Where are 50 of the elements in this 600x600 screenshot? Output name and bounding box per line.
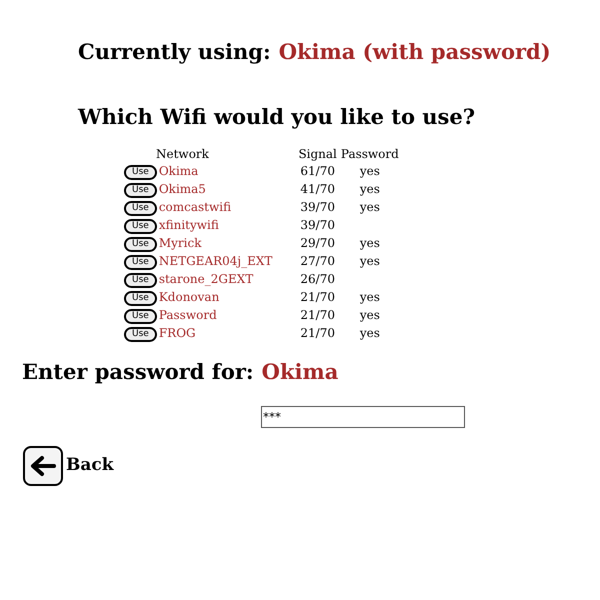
- password-required: yes: [360, 308, 380, 322]
- network-name: Kdonovan: [158, 290, 220, 304]
- use-button[interactable]: Use: [124, 291, 157, 306]
- signal-strength: 39/70: [300, 200, 335, 214]
- use-button[interactable]: Use: [124, 327, 157, 342]
- network-name: xfinitywifi: [158, 218, 219, 232]
- network-name: Okima5: [158, 182, 206, 196]
- signal-strength: 39/70: [300, 218, 335, 232]
- signal-strength: 21/70: [300, 290, 335, 304]
- password-required: yes: [360, 326, 380, 340]
- signal-strength: 27/70: [300, 254, 335, 268]
- status-label: Currently using:: [78, 38, 271, 66]
- network-name: Okima: [158, 164, 198, 178]
- use-button[interactable]: Use: [124, 201, 157, 216]
- use-button[interactable]: Use: [124, 165, 157, 180]
- signal-strength: 29/70: [300, 236, 335, 250]
- password-required: yes: [360, 236, 380, 250]
- back-label: Back: [66, 454, 114, 477]
- current-network: Okima (with password): [278, 38, 551, 66]
- password-required: yes: [360, 254, 380, 268]
- signal-strength: 61/70: [300, 164, 335, 178]
- network-name: comcastwifi: [158, 200, 232, 214]
- page-heading: Which Wifi would you like to use?: [76, 102, 476, 131]
- signal-strength: 26/70: [300, 272, 335, 286]
- signal-strength: 21/70: [300, 326, 335, 340]
- use-button[interactable]: Use: [124, 219, 157, 234]
- password-required: yes: [360, 290, 380, 304]
- password-required: yes: [360, 200, 380, 214]
- prompt-network: Okima: [262, 358, 338, 386]
- back-arrow-icon: [30, 454, 56, 476]
- use-button[interactable]: Use: [124, 273, 157, 288]
- password-required: yes: [360, 182, 380, 196]
- network-name: Myrick: [158, 236, 202, 250]
- network-name: FROG: [158, 326, 196, 340]
- password-field[interactable]: ***: [261, 406, 465, 428]
- network-name: Password: [158, 308, 217, 322]
- column-header: Signal: [298, 147, 337, 161]
- column-header: Password: [340, 147, 399, 161]
- use-button[interactable]: Use: [124, 237, 157, 252]
- prompt-label: Enter password for:: [22, 358, 254, 386]
- password-required: yes: [360, 164, 380, 178]
- network-name: starone_2GEXT: [158, 272, 254, 286]
- signal-strength: 21/70: [300, 308, 335, 322]
- use-button[interactable]: Use: [124, 255, 157, 270]
- signal-strength: 41/70: [300, 182, 335, 196]
- back-button[interactable]: [23, 446, 63, 486]
- use-button[interactable]: Use: [124, 309, 157, 324]
- use-button[interactable]: Use: [124, 183, 157, 198]
- column-header: Network: [156, 147, 209, 161]
- network-name: NETGEAR04j_EXT: [158, 254, 272, 268]
